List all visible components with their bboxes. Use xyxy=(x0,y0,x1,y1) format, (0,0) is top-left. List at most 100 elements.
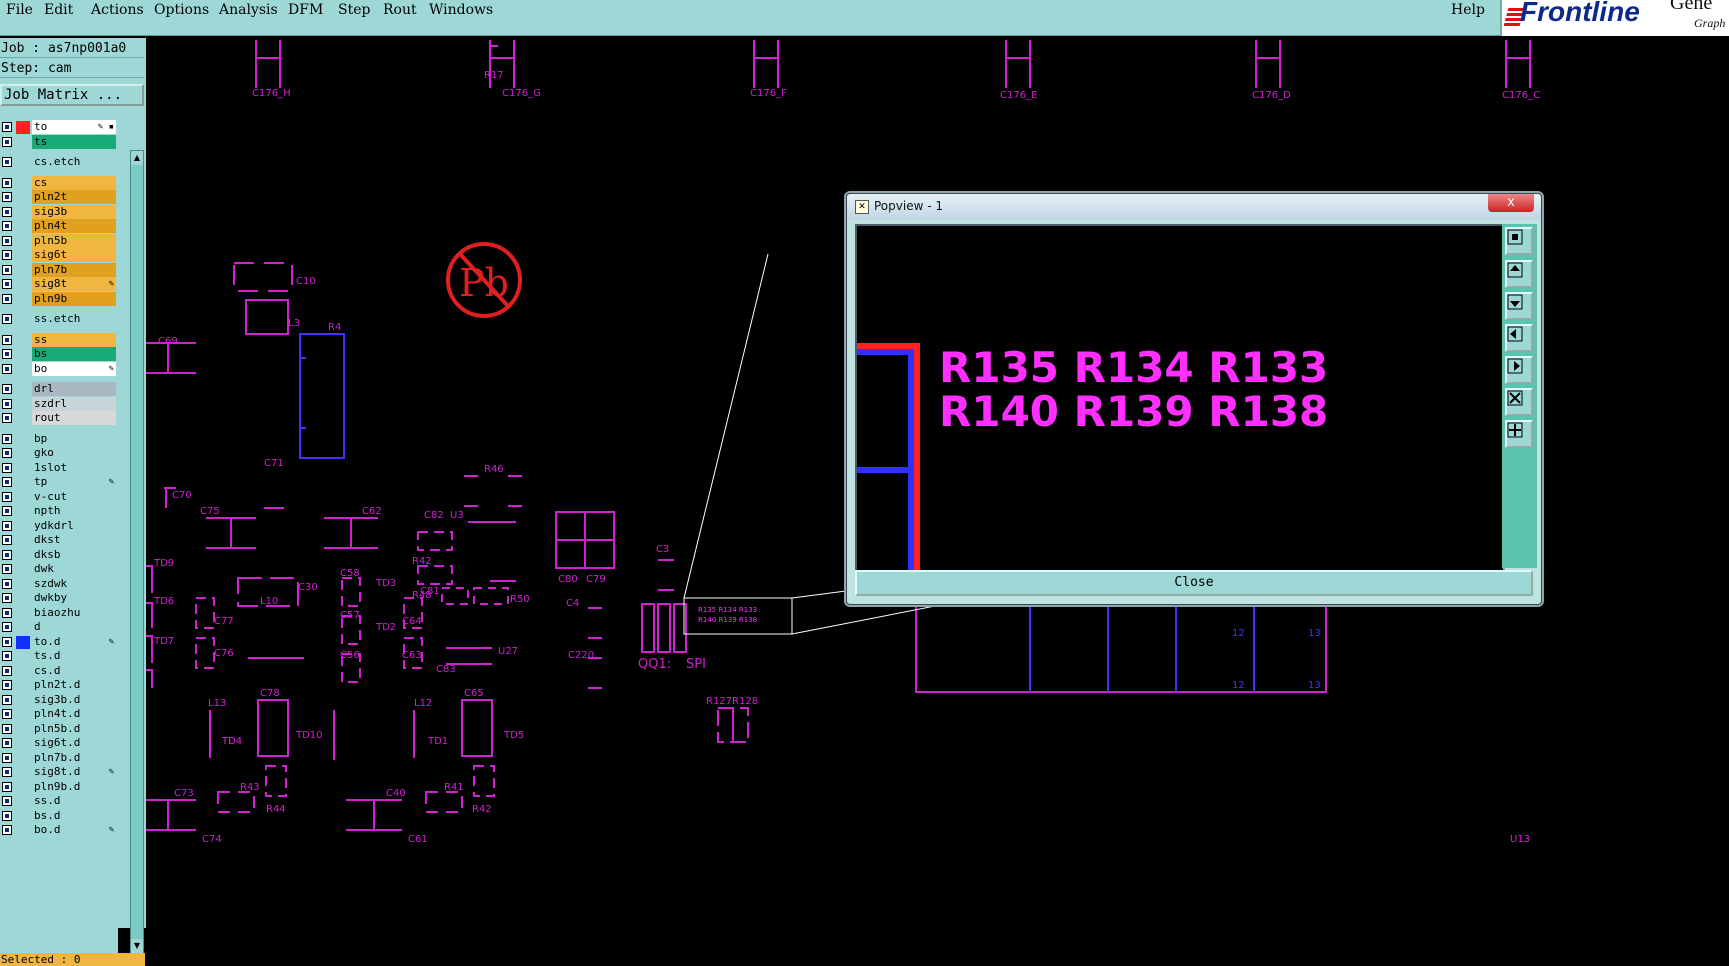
layer-row-tp[interactable]: tp ✎ xyxy=(0,475,118,490)
layer-checkbox[interactable] xyxy=(2,157,12,167)
layer-row-pln4t-d[interactable]: pln4t.d xyxy=(0,707,118,722)
layer-checkbox[interactable] xyxy=(2,334,12,345)
layer-row-dwkby[interactable]: dwkby xyxy=(0,591,118,606)
layer-color-swatch[interactable] xyxy=(16,534,30,547)
layer-checkbox[interactable] xyxy=(2,767,12,777)
layer-name[interactable]: drl xyxy=(32,382,116,396)
layer-color-swatch[interactable] xyxy=(16,334,30,347)
layer-name[interactable]: npth xyxy=(32,504,116,518)
layer-checkbox[interactable] xyxy=(2,781,12,792)
layer-name[interactable]: sig3b.d xyxy=(32,692,116,707)
layer-row-pln7b-d[interactable]: pln7b.d xyxy=(0,750,118,766)
layer-color-swatch[interactable] xyxy=(16,278,30,291)
layer-checkbox[interactable] xyxy=(2,796,12,806)
layer-row-drl[interactable]: drl xyxy=(0,382,118,397)
layer-color-swatch[interactable] xyxy=(16,136,30,149)
layer-row-sig6t-d[interactable]: sig6t.d xyxy=(0,736,118,751)
layer-row-v-cut[interactable]: v-cut xyxy=(0,489,118,505)
layer-checkbox[interactable] xyxy=(2,578,12,589)
layer-row-bs-d[interactable]: bs.d xyxy=(0,808,118,824)
pan-up-icon[interactable] xyxy=(1505,260,1533,288)
layer-color-swatch[interactable] xyxy=(16,694,30,707)
layer-name[interactable]: pln7b xyxy=(32,262,116,277)
layer-color-swatch[interactable] xyxy=(16,412,30,425)
layer-row-ss[interactable]: ss xyxy=(0,332,118,348)
layer-color-swatch[interactable] xyxy=(16,737,30,750)
layer-name[interactable]: biaozhu xyxy=(32,605,116,620)
layer-row-ts-d[interactable]: ts.d xyxy=(0,649,118,664)
layer-row-pln9b-d[interactable]: pln9b.d xyxy=(0,779,118,795)
layer-checkbox[interactable] xyxy=(2,607,12,618)
layer-name[interactable]: pln9b xyxy=(32,291,116,306)
layer-checkbox[interactable] xyxy=(2,384,12,394)
layer-row-gko[interactable]: gko xyxy=(0,446,118,461)
layer-color-swatch[interactable] xyxy=(16,781,30,794)
scroll-down-icon[interactable]: ▼ xyxy=(131,939,143,953)
layer-row-dkst[interactable]: dkst xyxy=(0,533,118,548)
layer-name[interactable]: cs xyxy=(32,175,116,190)
layer-name[interactable]: bp xyxy=(32,431,116,446)
layer-name[interactable]: cs.d xyxy=(32,663,116,678)
scroll-up-icon[interactable]: ▲ xyxy=(131,151,143,165)
layer-row-1slot[interactable]: 1slot xyxy=(0,460,118,476)
layer-color-swatch[interactable] xyxy=(16,766,30,779)
layer-checkbox[interactable] xyxy=(2,738,12,748)
layer-color-swatch[interactable] xyxy=(16,723,30,736)
zoom-in-icon[interactable] xyxy=(1505,388,1533,416)
layer-name[interactable]: rout xyxy=(32,411,116,425)
layer-row-npth[interactable]: npth xyxy=(0,504,118,519)
layer-row-sig6t[interactable]: sig6t xyxy=(0,248,118,263)
job-matrix-button[interactable]: Job Matrix ... xyxy=(0,84,144,106)
layer-name[interactable]: gko xyxy=(32,446,116,460)
layer-checkbox[interactable] xyxy=(2,477,12,487)
layer-name[interactable]: ss.d xyxy=(32,794,116,808)
layer-checkbox[interactable] xyxy=(2,221,12,231)
menu-analysis[interactable]: Analysis xyxy=(219,2,278,18)
menu-windows[interactable]: Windows xyxy=(429,2,493,18)
layer-row-pln5b-d[interactable]: pln5b.d xyxy=(0,721,118,737)
layer-color-swatch[interactable] xyxy=(16,810,30,823)
layer-checkbox[interactable] xyxy=(2,279,12,289)
menu-file[interactable]: File xyxy=(6,2,33,18)
layer-color-swatch[interactable] xyxy=(16,383,30,396)
layer-color-swatch[interactable] xyxy=(16,650,30,663)
layer-name[interactable]: sig6t xyxy=(32,248,116,262)
layer-checkbox[interactable] xyxy=(2,622,12,632)
layer-color-swatch[interactable] xyxy=(16,206,30,219)
layer-row-cs-etch[interactable]: cs.etch xyxy=(0,155,118,170)
layer-row-ts[interactable]: ts xyxy=(0,134,118,150)
layer-color-swatch[interactable] xyxy=(16,491,30,504)
menu-dfm[interactable]: DFM xyxy=(288,2,323,18)
close-icon[interactable]: x xyxy=(1488,194,1534,212)
layer-checkbox[interactable] xyxy=(2,363,12,374)
layer-checkbox[interactable] xyxy=(2,122,12,132)
layer-name[interactable]: szdrl xyxy=(32,396,116,411)
layer-name[interactable]: pln9b.d xyxy=(32,779,116,794)
layer-color-swatch[interactable] xyxy=(16,679,30,692)
zoom-window-icon[interactable] xyxy=(1505,227,1533,255)
layer-name[interactable]: dksb xyxy=(32,547,116,562)
layer-row-d[interactable]: d xyxy=(0,620,118,635)
layer-row-bs[interactable]: bs xyxy=(0,347,118,362)
layer-color-swatch[interactable] xyxy=(16,665,30,678)
graphic-canvas[interactable]: Pb C176_H R17 C176_G C176_F C176_E C176_D C176… xyxy=(146,38,1729,928)
layer-color-swatch[interactable] xyxy=(16,220,30,233)
layer-color-swatch[interactable] xyxy=(16,249,30,262)
menu-edit[interactable]: Edit xyxy=(44,2,73,18)
layer-name[interactable]: 1slot xyxy=(32,460,116,475)
layer-name[interactable]: sig3b xyxy=(32,204,116,219)
layer-color-swatch[interactable] xyxy=(16,398,30,411)
layer-checkbox[interactable] xyxy=(2,293,12,304)
layer-color-swatch[interactable] xyxy=(16,505,30,518)
menu-options[interactable]: Options xyxy=(154,2,209,18)
layer-row-bp[interactable]: bp xyxy=(0,431,118,447)
layer-name[interactable]: pln4t xyxy=(32,219,116,233)
layer-checkbox[interactable] xyxy=(2,593,12,603)
layer-checkbox[interactable] xyxy=(2,398,12,409)
close-button[interactable]: Close xyxy=(855,570,1533,596)
layer-color-swatch[interactable] xyxy=(16,177,30,190)
layer-checkbox[interactable] xyxy=(2,564,12,574)
layer-checkbox[interactable] xyxy=(2,723,12,734)
layer-name[interactable]: dwk xyxy=(32,562,116,576)
layer-color-swatch[interactable] xyxy=(16,578,30,591)
